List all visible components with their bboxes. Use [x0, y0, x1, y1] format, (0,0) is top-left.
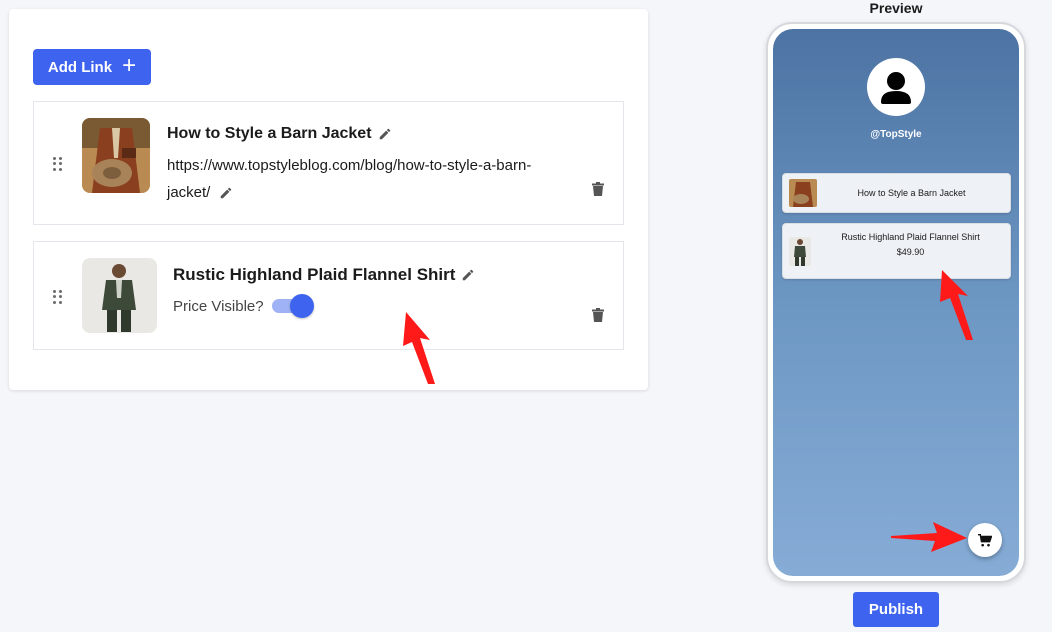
link-title: How to Style a Barn Jacket — [167, 125, 392, 143]
trash-icon[interactable] — [592, 308, 604, 322]
link-title-text: How to Style a Barn Jacket — [167, 125, 372, 142]
preview-product-title: Rustic Highland Plaid Flannel Shirt — [841, 232, 980, 242]
price-visible-toggle[interactable] — [271, 294, 314, 318]
link-url: https://www.topstyleblog.com/blog/how-to… — [167, 152, 567, 206]
preview-link-barn-jacket[interactable]: How to Style a Barn Jacket — [782, 173, 1011, 213]
product-item-flannel-shirt: Rustic Highland Plaid Flannel Shirt Pric… — [33, 241, 624, 350]
link-thumbnail-barn-jacket — [82, 118, 150, 193]
pencil-icon[interactable] — [378, 127, 392, 141]
preview-link-title: How to Style a Barn Jacket — [857, 188, 966, 198]
pencil-icon[interactable] — [461, 268, 475, 282]
pencil-icon[interactable] — [219, 186, 233, 200]
links-editor-card: Add Link + How to Style a Barn Jacket ht… — [9, 9, 648, 390]
phone-screen: @TopStyle How to Style a Barn Jacket Rus… — [773, 29, 1019, 576]
product-title-text: Rustic Highland Plaid Flannel Shirt — [173, 265, 456, 284]
cart-button[interactable] — [968, 523, 1002, 557]
preview-product-flannel-shirt[interactable]: Rustic Highland Plaid Flannel Shirt $49.… — [782, 223, 1011, 279]
trash-icon[interactable] — [592, 182, 604, 196]
phone-preview: @TopStyle How to Style a Barn Jacket Rus… — [766, 22, 1026, 583]
drag-handle-icon[interactable] — [53, 157, 63, 171]
product-thumbnail-flannel-shirt — [82, 258, 157, 333]
product-title: Rustic Highland Plaid Flannel Shirt — [173, 265, 475, 285]
drag-handle-icon[interactable] — [53, 290, 63, 304]
user-avatar-icon — [867, 58, 925, 116]
preview-heading: Preview — [869, 0, 923, 16]
add-link-button[interactable]: Add Link + — [33, 49, 151, 85]
link-item-barn-jacket: How to Style a Barn Jacket https://www.t… — [33, 101, 624, 225]
plus-icon: + — [122, 52, 137, 79]
publish-button[interactable]: Publish — [853, 592, 939, 627]
preview-product-thumbnail — [789, 237, 811, 266]
toggle-knob — [289, 294, 314, 318]
price-visible-row: Price Visible? — [173, 294, 314, 318]
price-visible-label: Price Visible? — [173, 297, 264, 315]
preview-product-text: Rustic Highland Plaid Flannel Shirt $49.… — [811, 230, 1010, 260]
cart-icon — [978, 533, 992, 547]
preview-product-price: $49.90 — [896, 247, 925, 257]
preview-username: @TopStyle — [870, 129, 922, 140]
add-link-label: Add Link — [47, 58, 113, 76]
